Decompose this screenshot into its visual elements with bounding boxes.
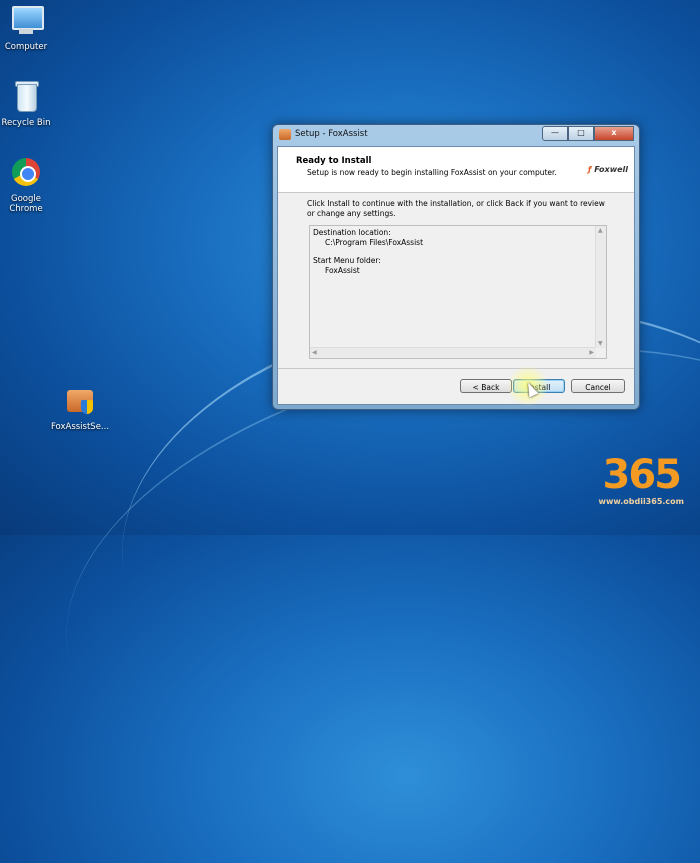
scroll-right-icon[interactable]: ▶ — [589, 349, 594, 356]
window-controls: — □ x — [542, 126, 634, 141]
page-subtitle: Setup is now ready to begin installing F… — [307, 168, 557, 177]
watermark-number: 365 — [602, 452, 683, 498]
close-button[interactable]: x — [594, 126, 634, 141]
watermark-url: www.obdii365.com — [598, 497, 684, 506]
installer-package-icon — [63, 384, 97, 418]
intro-text: Click Install to continue with the insta… — [307, 199, 605, 218]
desktop-icon-computer[interactable]: Computer — [0, 4, 58, 52]
desktop-icon-recycle-bin[interactable]: Recycle Bin — [0, 80, 58, 128]
chrome-icon — [9, 156, 43, 190]
start-menu-value: FoxAssist — [325, 265, 360, 275]
scroll-up-icon[interactable]: ▲ — [598, 227, 603, 234]
desktop-icon-foxassist-setup[interactable]: FoxAssistSe... — [48, 384, 112, 432]
foxwell-logo: ƒ Foxwell — [588, 165, 628, 174]
page-title: Ready to Install — [296, 156, 372, 166]
logo-text: Foxwell — [594, 165, 628, 174]
horizontal-scrollbar[interactable]: ◀ ▶ — [310, 347, 596, 358]
minimize-button[interactable]: — — [542, 126, 568, 141]
desktop-icon-label: FoxAssistSe... — [50, 422, 110, 432]
scroll-down-icon[interactable]: ▼ — [598, 340, 603, 347]
cancel-button[interactable]: Cancel — [571, 379, 625, 393]
window-client-area: Ready to Install Setup is now ready to b… — [277, 146, 635, 405]
fox-logo-icon: ƒ — [587, 165, 592, 174]
installer-app-icon — [279, 129, 291, 140]
settings-summary-box[interactable]: Destination location: C:\Program Files\F… — [309, 225, 607, 359]
desktop-icon-google-chrome[interactable]: Google Chrome — [0, 156, 58, 214]
back-button[interactable]: < Back — [460, 379, 512, 393]
destination-label: Destination location: — [313, 228, 391, 237]
setup-window: Setup - FoxAssist — □ x Ready to Install… — [272, 124, 640, 410]
desktop-icon-label: Recycle Bin — [1, 118, 51, 128]
summary-text: Destination location: C:\Program Files\F… — [313, 228, 423, 275]
footer-divider — [278, 368, 634, 369]
vertical-scrollbar[interactable]: ▲ ▼ — [595, 226, 606, 348]
destination-value: C:\Program Files\FoxAssist — [325, 237, 424, 247]
start-menu-label: Start Menu folder: — [313, 256, 381, 265]
window-titlebar[interactable]: Setup - FoxAssist — □ x — [273, 125, 639, 145]
wizard-header: Ready to Install Setup is now ready to b… — [278, 147, 634, 193]
scroll-left-icon[interactable]: ◀ — [312, 349, 317, 356]
desktop-icon-label: Computer — [4, 42, 48, 52]
computer-icon — [9, 4, 44, 38]
desktop-icon-label: Google Chrome — [9, 194, 43, 214]
recycle-bin-icon — [9, 80, 43, 114]
window-title: Setup - FoxAssist — [295, 129, 368, 139]
maximize-button[interactable]: □ — [568, 126, 594, 141]
watermark: 365 www.obdii365.com — [599, 455, 684, 506]
